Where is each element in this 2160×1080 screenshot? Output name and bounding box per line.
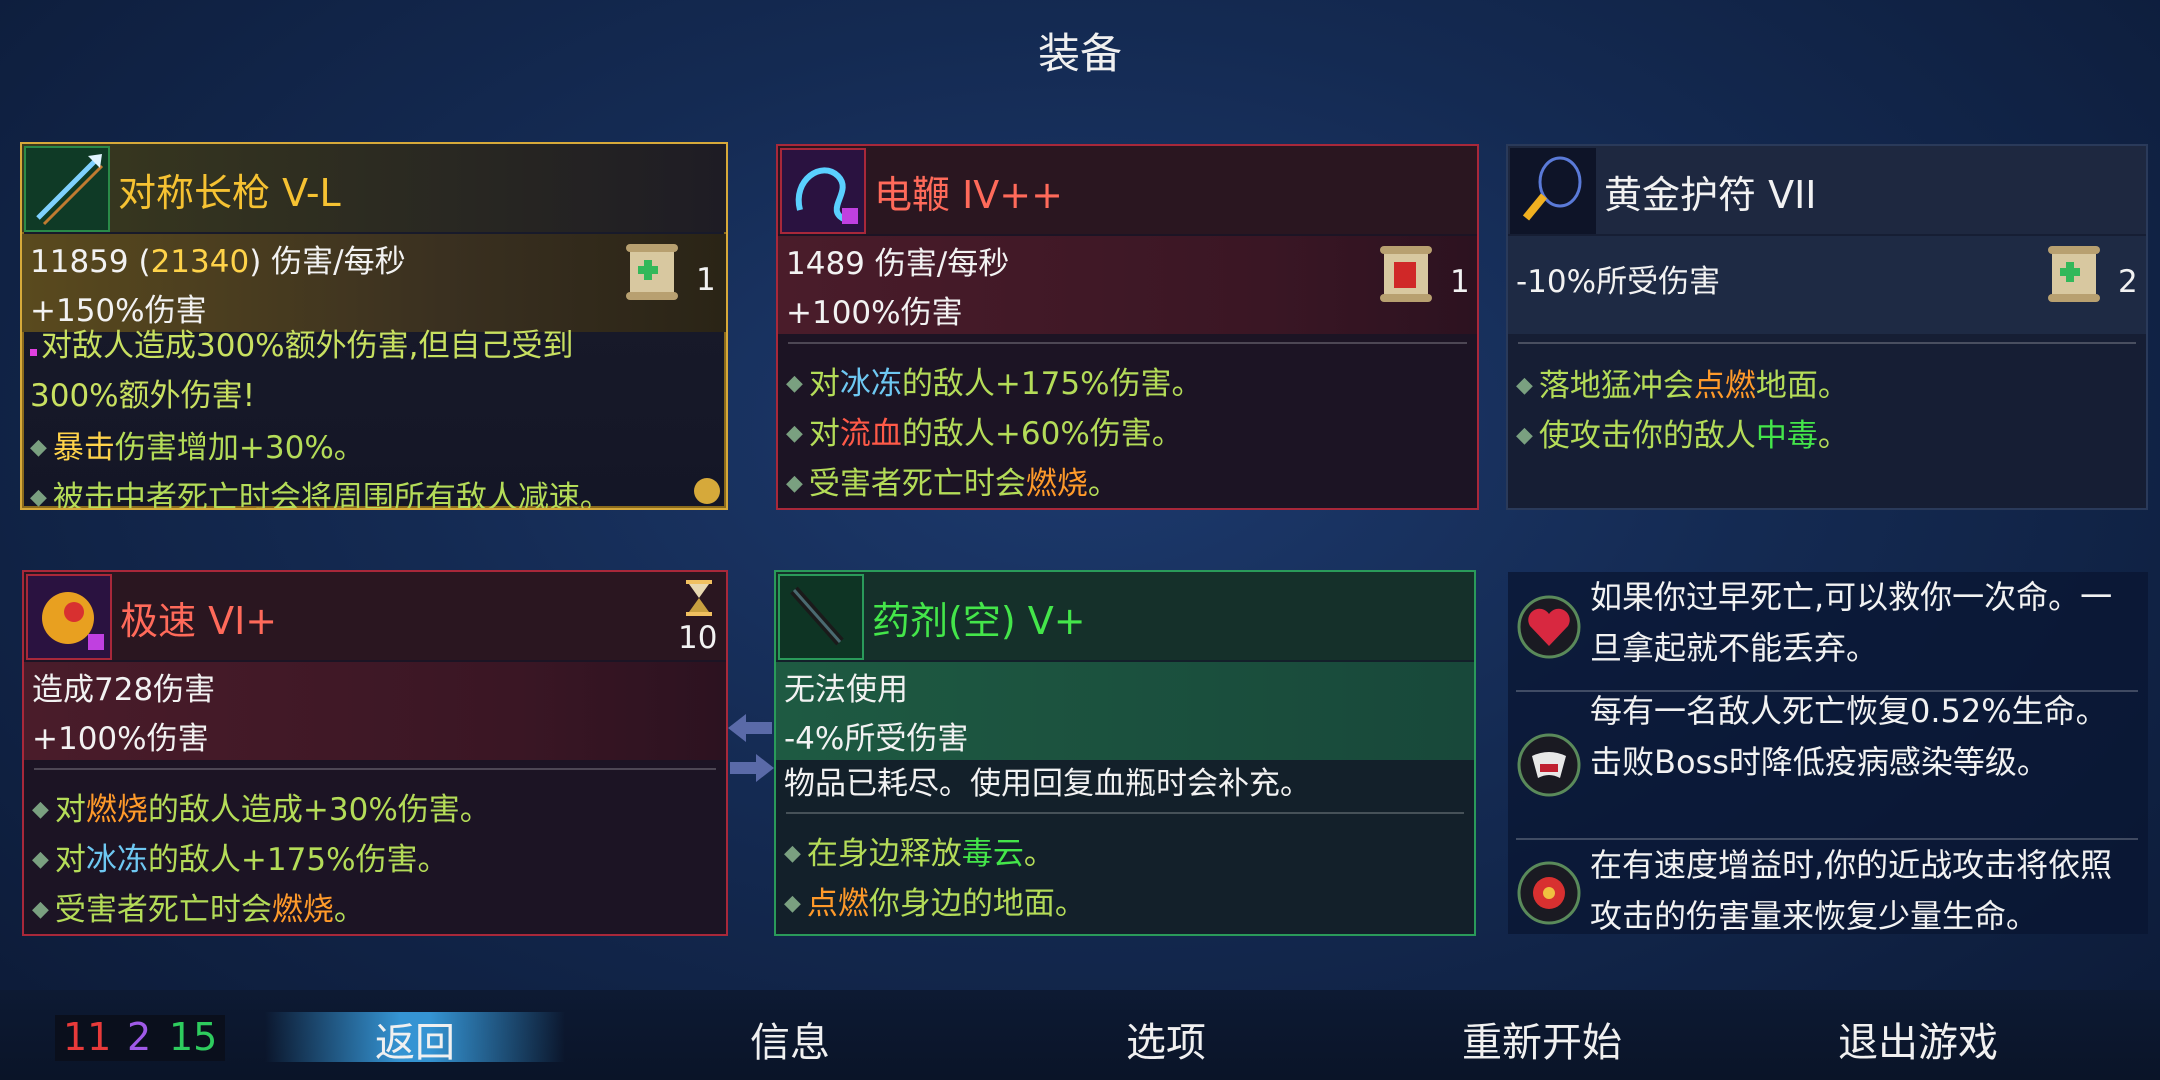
- mutation-text: 在有速度增益时,你的近战攻击将依照攻击的伤害量来恢复少量生命。: [1590, 846, 2113, 934]
- curse-text: 对敌人造成300%额外伤害,但自己受到: [30, 320, 573, 365]
- mutations-panel[interactable]: 如果你过早死亡,可以救你一次命。一旦拿起就不能丢弃。 每有一名敌人死亡恢复0.5…: [1508, 572, 2148, 934]
- scroll-count: 1: [1450, 264, 1470, 300]
- tactics-stat: 2: [127, 1015, 152, 1059]
- speed-skill-icon: [26, 574, 112, 660]
- perk-line: ◆ 对燃烧的敌人造成+30%伤害。: [32, 792, 491, 828]
- cooldown-seconds: 10: [678, 620, 718, 656]
- dps-stat: 11859 (21340) 伤害/每秒: [30, 244, 406, 280]
- usage-status: 无法使用: [784, 672, 908, 708]
- perk-line: ◆ 对流血的敌人+60%伤害。: [786, 416, 1183, 452]
- scroll-count: 2: [2118, 264, 2138, 300]
- mutation-item[interactable]: 每有一名敌人死亡恢复0.52%生命。击败Boss时降低疫病感染等级。: [1508, 692, 2148, 848]
- damage-bonus: +100%伤害: [32, 721, 209, 757]
- brutality-stat: 11: [63, 1015, 112, 1059]
- mutation-text: 如果你过早死亡,可以救你一次命。一旦拿起就不能丢弃。: [1590, 578, 2113, 667]
- dps-stat: 1489 伤害/每秒: [786, 246, 1010, 282]
- skill-card-speed[interactable]: 极速 VI+ 10 造成728伤害 +100%伤害 ◆ 对燃烧的敌人造成+30%伤…: [22, 570, 728, 936]
- screen-title: 装备: [1037, 29, 1122, 78]
- options-button[interactable]: 选项: [1036, 1010, 1296, 1068]
- legendary-corner-icon: [694, 478, 720, 504]
- potion-flask-icon: [778, 574, 864, 660]
- perk-line: ◆ 点燃你身边的地面。: [784, 886, 1086, 922]
- weapon-card-whip[interactable]: 电鞭 IV++ 1489 伤害/每秒 +100%伤害 1 ◆ 对冰冻的敌人+175…: [776, 144, 1479, 510]
- item-name: 药剂(空) V+: [872, 599, 1086, 643]
- perk-line: ◆ 使攻击你的敌人中毒。: [1516, 418, 1849, 454]
- perk-line: ◆ 受害者死亡时会燃烧。: [32, 892, 365, 928]
- perk-line: ◆ 受害者死亡时会燃烧。: [786, 466, 1119, 502]
- perk-line: ◆ 对冰冻的敌人+175%伤害。: [786, 366, 1203, 402]
- cooldown-hourglass-icon: [684, 580, 714, 616]
- damage-reduction: -10%所受伤害: [1516, 264, 1721, 300]
- scroll-upgrade-icon: [622, 240, 682, 304]
- item-name: 黄金护符 VII: [1604, 173, 1817, 217]
- back-button[interactable]: 返回: [285, 1010, 545, 1068]
- potion-card[interactable]: 药剂(空) V+ 无法使用 -4%所受伤害 物品已耗尽。使用回复血瓶时会补充。 …: [774, 570, 1476, 936]
- weapon-card-spear[interactable]: 对称长枪 V-L 11859 (21340) 伤害/每秒 +150%伤害 1 对…: [20, 142, 728, 510]
- spear-icon: [24, 146, 110, 232]
- damage-stat: 造成728伤害: [32, 672, 216, 708]
- restart-button[interactable]: 重新开始: [1412, 1010, 1672, 1068]
- mutation-item[interactable]: 如果你过早死亡,可以救你一次命。一旦拿起就不能丢弃。: [1508, 572, 2148, 684]
- mutation-item[interactable]: 在有速度增益时,你的近战攻击将依照攻击的伤害量来恢复少量生命。: [1508, 846, 2148, 934]
- depleted-notice: 物品已耗尽。使用回复血瓶时会补充。: [784, 766, 1311, 802]
- item-name: 电鞭 IV++: [874, 173, 1063, 217]
- amulet-icon: [1510, 148, 1596, 234]
- survival-stat: 15: [169, 1015, 218, 1059]
- perk-line: ◆ 暴击伤害增加+30%。: [30, 430, 365, 466]
- quit-game-button[interactable]: 退出游戏: [1788, 1010, 2048, 1068]
- heart-revive-icon: [1512, 590, 1586, 664]
- curse-text-2: 300%额外伤害!: [30, 378, 256, 414]
- scroll-upgrade-icon: [2044, 242, 2104, 306]
- item-name: 对称长枪 V-L: [118, 171, 341, 215]
- scroll-stats: 11 2 15: [55, 1015, 225, 1061]
- swap-arrows-icon[interactable]: [728, 708, 774, 788]
- perk-line: ◆ 落地猛冲会点燃地面。: [1516, 368, 1849, 404]
- mutation-text: 每有一名敌人死亡恢复0.52%生命。击败Boss时降低疫病感染等级。: [1590, 692, 2108, 781]
- perk-line: ◆ 在身边释放毒云。: [784, 836, 1055, 872]
- electric-whip-icon: [780, 148, 866, 234]
- amulet-card[interactable]: 黄金护符 VII -10%所受伤害 2 ◆ 落地猛冲会点燃地面。 ◆ 使攻击你的敌人…: [1506, 144, 2148, 510]
- perk-line: ◆ 对冰冻的敌人+175%伤害。: [32, 842, 449, 878]
- scroll-count: 1: [696, 262, 716, 298]
- speed-heal-icon: [1512, 856, 1586, 930]
- damage-bonus: +100%伤害: [786, 295, 963, 331]
- damage-reduction: -4%所受伤害: [784, 721, 969, 757]
- item-name: 极速 VI+: [120, 599, 278, 643]
- perk-line: ◆ 被击中者死亡时会将周围所有敌人减速。: [30, 480, 611, 510]
- scroll-upgrade-icon: [1376, 242, 1436, 306]
- vampire-fangs-icon: [1512, 728, 1586, 802]
- info-button[interactable]: 信息: [660, 1010, 920, 1068]
